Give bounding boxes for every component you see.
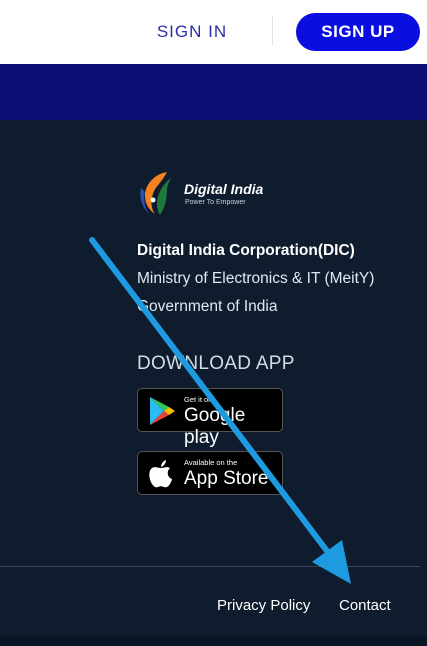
google-play-big-text: Google play [184,405,246,448]
org-ministry: Ministry of Electronics & IT (MeitY) [137,270,375,287]
header-band [0,64,427,120]
top-navbar: SIGN IN SIGN UP [0,0,427,64]
google-play-small-text: Get it on [184,395,213,404]
logo-title: Digital India [184,181,264,197]
google-play-badge[interactable]: Get it on Google play [137,388,283,448]
download-app-heading: DOWNLOAD APP [137,353,295,374]
privacy-policy-link[interactable]: Privacy Policy [217,597,310,614]
apple-icon [149,460,172,488]
org-name: Digital India Corporation(DIC) [137,242,355,259]
logo-tagline: Power To Empower [185,199,246,206]
org-government: Government of India [137,298,278,315]
sign-up-button[interactable]: SIGN UP [296,13,420,51]
sign-in-link[interactable]: SIGN IN [150,18,234,46]
digital-india-logo[interactable]: Digital India Power To Empower [137,168,287,218]
digital-india-logo-icon [140,172,171,215]
navbar-separator [272,16,273,46]
app-store-small-text: Available on the [184,458,238,467]
footer-bottom-edge [0,636,427,646]
contact-link[interactable]: Contact [339,597,391,614]
google-play-icon [150,397,175,425]
footer-divider [0,566,420,567]
app-store-badge[interactable]: Available on the App Store [137,451,283,495]
app-store-big-text: App Store [184,468,269,489]
